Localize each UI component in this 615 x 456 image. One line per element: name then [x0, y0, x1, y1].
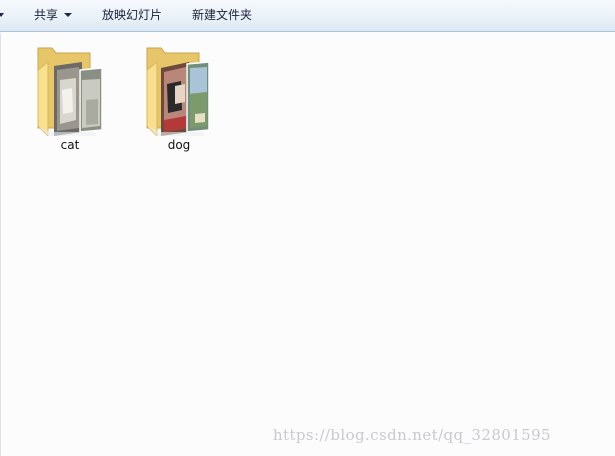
folder-with-photos-icon [146, 47, 210, 136]
folder-with-photos-icon [37, 47, 103, 136]
file-list-pane[interactable]: cat dog [0, 33, 615, 456]
slideshow-button[interactable]: 放映幻灯片 [102, 0, 162, 31]
organize-dropdown-arrow-icon[interactable] [0, 13, 4, 17]
navigation-pane-divider[interactable] [0, 33, 1, 456]
share-button[interactable]: 共享 [34, 0, 73, 31]
folder-item-dog[interactable]: dog [133, 34, 225, 156]
folder-name: cat [60, 138, 80, 152]
watermark-text: https://blog.csdn.net/qq_32801595 [273, 426, 551, 444]
folder-item-cat[interactable]: cat [24, 34, 116, 156]
new-folder-button[interactable]: 新建文件夹 [192, 0, 252, 31]
share-dropdown-arrow-icon [64, 13, 73, 17]
share-button-label: 共享 [34, 8, 59, 22]
explorer-window: 共享 放映幻灯片 新建文件夹 cat dog https://blog.csdn… [0, 0, 615, 456]
folder-name: dog [167, 138, 191, 152]
command-bar: 共享 放映幻灯片 新建文件夹 [0, 0, 615, 32]
